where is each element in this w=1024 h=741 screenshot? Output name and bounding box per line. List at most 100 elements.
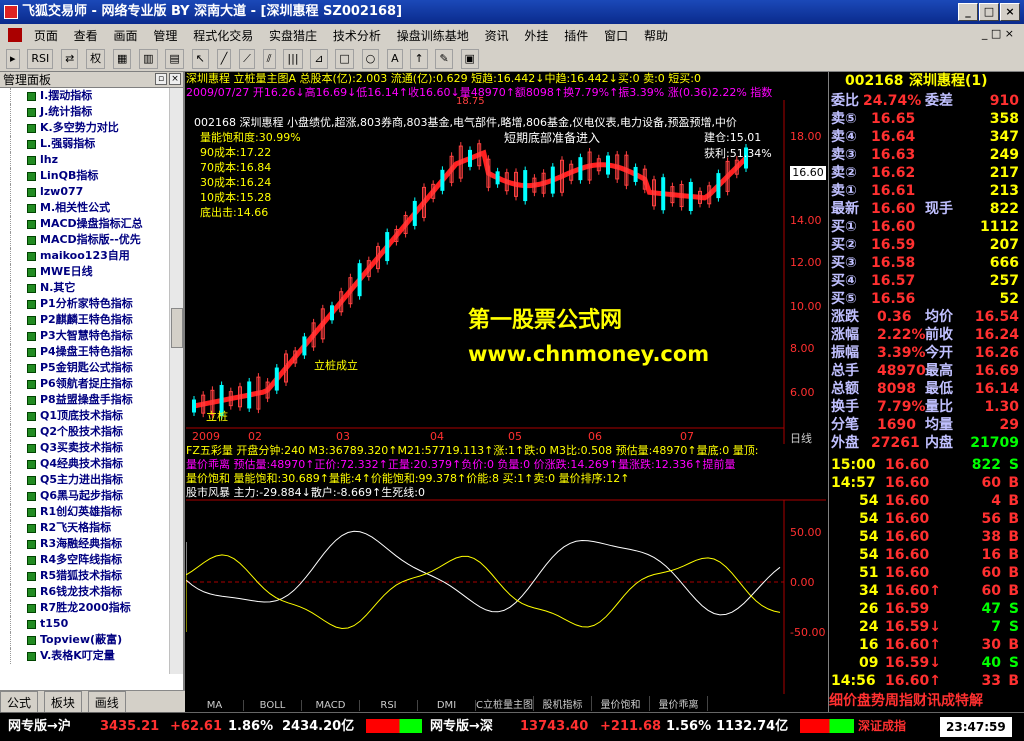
text-icon[interactable]: A bbox=[387, 49, 403, 69]
maximize-button[interactable]: □ bbox=[979, 3, 999, 21]
formula-item[interactable]: R1创幻英雄指标 bbox=[0, 504, 183, 520]
formula-item[interactable]: Q5主力进出指标 bbox=[0, 472, 183, 488]
overlay-title: 002168 深圳惠程 小盘绩优,超涨,803券商,803基金,电气部件,略增,… bbox=[194, 116, 737, 129]
rect-icon[interactable]: □ bbox=[335, 49, 354, 69]
tab-blocks[interactable]: 板块 bbox=[43, 691, 82, 714]
mdi-controls[interactable]: _ □ × bbox=[976, 24, 1020, 43]
menu-tech-analysis[interactable]: 技术分析 bbox=[327, 24, 387, 47]
menu-hunting[interactable]: 实盘猎庄 bbox=[263, 24, 323, 47]
formula-item[interactable]: LinQB指标 bbox=[0, 168, 183, 184]
side-scrollbar[interactable] bbox=[169, 88, 183, 674]
arrow-tool-icon[interactable]: ↑ bbox=[410, 49, 428, 69]
formula-item[interactable]: MACD指标版--优先 bbox=[0, 232, 183, 248]
indicator-tab[interactable]: 股机指标 bbox=[534, 696, 592, 711]
news-ticker[interactable]: 深证成指 bbox=[858, 713, 906, 740]
formula-item[interactable]: P2麒麟王特色指标 bbox=[0, 312, 183, 328]
chart-area[interactable]: 深圳惠程 立桩量主图A 总股本(亿):2.003 流通(亿):0.629 短趋:… bbox=[186, 72, 826, 712]
indicator-tab[interactable]: BOLL bbox=[244, 700, 302, 711]
formula-item[interactable]: Q1顶底技术指标 bbox=[0, 408, 183, 424]
parallel-icon[interactable]: ⫽ bbox=[262, 49, 276, 69]
menu-program-trading[interactable]: 程式化交易 bbox=[187, 24, 259, 47]
indicator-tab[interactable]: MACD bbox=[302, 700, 360, 711]
formula-item[interactable]: P6领航者捉庄指标 bbox=[0, 376, 183, 392]
formula-item[interactable]: P5金钥匙公式指标 bbox=[0, 360, 183, 376]
formula-item[interactable]: P4操盘王特色指标 bbox=[0, 344, 183, 360]
formula-item[interactable]: Topview(蔽富) bbox=[0, 632, 183, 648]
menu-help[interactable]: 帮助 bbox=[638, 24, 674, 47]
quote-tabs[interactable]: 细价盘势周指财讯成特解 bbox=[829, 692, 1024, 710]
scroll-thumb[interactable] bbox=[171, 308, 183, 348]
formula-item[interactable]: lzw077 bbox=[0, 184, 183, 200]
menu-file[interactable]: 页面 bbox=[28, 24, 64, 47]
formula-item[interactable]: R5猎狐技术指标 bbox=[0, 568, 183, 584]
indicator-tab[interactable]: DMI bbox=[418, 700, 476, 711]
formula-item[interactable]: R2飞天格指标 bbox=[0, 520, 183, 536]
grid-icon[interactable]: ▤ bbox=[165, 49, 184, 69]
bars-icon[interactable]: ||| bbox=[283, 49, 303, 69]
formula-item[interactable]: Q4经典技术指标 bbox=[0, 456, 183, 472]
formula-item[interactable]: K.多空势力对比 bbox=[0, 120, 183, 136]
formula-item[interactable]: Q2个股技术指标 bbox=[0, 424, 183, 440]
formula-item[interactable]: R6钱龙技术指标 bbox=[0, 584, 183, 600]
line-icon[interactable]: ╱ bbox=[216, 49, 232, 69]
formula-item[interactable]: MACD操盘指标汇总 bbox=[0, 216, 183, 232]
formula-item[interactable]: J.统计指标 bbox=[0, 104, 183, 120]
sz-label[interactable]: 网专版→深 bbox=[430, 713, 493, 740]
tab-formula[interactable]: 公式 bbox=[0, 691, 39, 714]
weight-button[interactable]: 权 bbox=[86, 49, 106, 69]
formula-item[interactable]: Q6黑马起步指标 bbox=[0, 488, 183, 504]
doc-icon[interactable] bbox=[8, 28, 22, 42]
formula-item[interactable]: I.摆动指标 bbox=[0, 88, 183, 104]
formula-item[interactable]: MWE日线 bbox=[0, 264, 183, 280]
menu-plugins[interactable]: 插件 bbox=[558, 24, 594, 47]
rsi-button[interactable]: RSI bbox=[27, 49, 54, 69]
formula-item[interactable]: M.相关性公式 bbox=[0, 200, 183, 216]
formula-item[interactable]: maikoo123自用 bbox=[0, 248, 183, 264]
formula-item[interactable]: L.强弱指标 bbox=[0, 136, 183, 152]
formula-item[interactable]: R7胜龙2000指标 bbox=[0, 600, 183, 616]
ray-icon[interactable]: ⟋ bbox=[239, 49, 255, 69]
formula-item[interactable]: P1分析家特色指标 bbox=[0, 296, 183, 312]
formula-item[interactable]: t150 bbox=[0, 616, 183, 632]
candle-body bbox=[661, 177, 666, 211]
menu-manage[interactable]: 管理 bbox=[147, 24, 183, 47]
formula-item[interactable]: N.其它 bbox=[0, 280, 183, 296]
close-panel-icon[interactable]: × bbox=[169, 73, 181, 85]
indicator-tab[interactable]: 量价饱和 bbox=[592, 696, 650, 711]
indicator-line-2: 量价乖离 预估量:48970↑正价:72.332↑正量:20.379↑负价:0 … bbox=[186, 458, 736, 471]
menu-training[interactable]: 操盘训练基地 bbox=[391, 24, 475, 47]
circle-icon[interactable]: ○ bbox=[361, 49, 380, 69]
sh-label[interactable]: 网专版→沪 bbox=[8, 713, 71, 740]
arrow-left-icon[interactable]: ▸ bbox=[6, 49, 20, 69]
menu-view[interactable]: 查看 bbox=[68, 24, 104, 47]
save-icon[interactable]: ▣ bbox=[460, 49, 479, 69]
formula-item[interactable]: P3大智慧特色指标 bbox=[0, 328, 183, 344]
tab-drawing[interactable]: 画线 bbox=[87, 691, 126, 714]
indicator-tab[interactable]: 量价乖离 bbox=[650, 696, 708, 711]
indicator-tab[interactable]: RSI bbox=[360, 700, 418, 711]
pin-icon[interactable]: ▫ bbox=[155, 73, 167, 85]
menu-screen[interactable]: 画面 bbox=[108, 24, 144, 47]
tick-price: 16.60↑ bbox=[885, 637, 942, 653]
fan-icon[interactable]: ⊿ bbox=[310, 49, 328, 69]
sell-volume: 347 bbox=[989, 129, 1019, 145]
formula-item-label: P8益盟操盘手指标 bbox=[40, 393, 133, 406]
menu-window[interactable]: 窗口 bbox=[598, 24, 634, 47]
zoom-icon[interactable]: ▥ bbox=[139, 49, 158, 69]
minimize-button[interactable]: _ bbox=[958, 3, 978, 21]
formula-item[interactable]: lhz bbox=[0, 152, 183, 168]
indicator-tab[interactable]: C立桩量主图 bbox=[476, 696, 534, 711]
menu-info[interactable]: 资讯 bbox=[479, 24, 515, 47]
brush-icon[interactable]: ✎ bbox=[435, 49, 453, 69]
formula-item[interactable]: Q3买卖技术指标 bbox=[0, 440, 183, 456]
cursor-icon[interactable]: ↖ bbox=[191, 49, 209, 69]
formula-item[interactable]: R4多空阵线指标 bbox=[0, 552, 183, 568]
forward-icon[interactable]: ⇄ bbox=[61, 49, 79, 69]
formula-item[interactable]: V.表格K叮定量 bbox=[0, 648, 183, 664]
menu-plugin-ext[interactable]: 外挂 bbox=[518, 24, 554, 47]
close-button[interactable]: × bbox=[1000, 3, 1020, 21]
indicator-tab[interactable]: MA bbox=[186, 700, 244, 711]
formula-item[interactable]: P8益盟操盘手指标 bbox=[0, 392, 183, 408]
formula-item[interactable]: R3海融经典指标 bbox=[0, 536, 183, 552]
chart-icon[interactable]: ▦ bbox=[112, 49, 132, 69]
